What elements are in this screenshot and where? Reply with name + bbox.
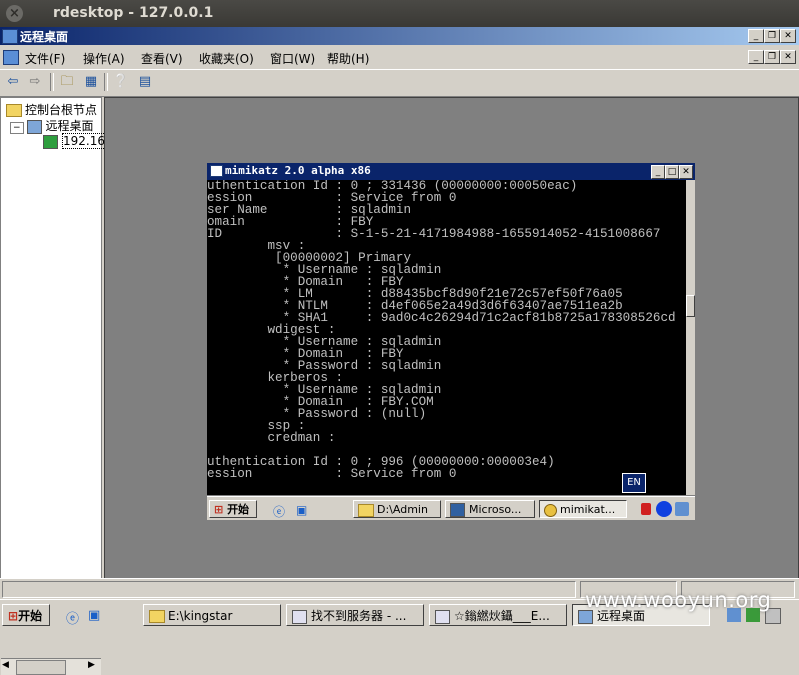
tree-child-label: 远程桌面: [45, 119, 94, 133]
collapse-icon[interactable]: −: [10, 122, 24, 134]
status-cell-main: [2, 581, 576, 598]
outer-window-titlebar: × rdesktop - 127.0.0.1: [0, 0, 799, 27]
inner-taskbar: ⊞ 开始 ⓔ ▣ D:\Admin Microso... mimikat...: [207, 496, 695, 520]
back-arrow-icon[interactable]: ⇦: [4, 74, 22, 90]
console-maximize-button[interactable]: □: [665, 165, 679, 179]
cmd-icon: [210, 165, 223, 177]
inner-task-admin[interactable]: D:\Admin: [353, 500, 441, 518]
ie-icon[interactable]: ⓔ: [66, 608, 79, 627]
scroll-thumb[interactable]: [16, 660, 66, 675]
child-close-button[interactable]: ✕: [780, 50, 796, 64]
windows-logo-icon: ⊞: [8, 609, 19, 623]
inner-task-label: D:\Admin: [377, 503, 428, 516]
close-button[interactable]: ✕: [780, 29, 796, 43]
minimize-button[interactable]: _: [748, 29, 764, 43]
console-minimize-button[interactable]: _: [651, 165, 665, 179]
tree-leaf-label: 192.16: [62, 133, 106, 149]
task-label: E:\kingstar: [168, 609, 233, 623]
task-label: ☆鎓繎炏鑷___E...: [454, 609, 550, 623]
task-label: 找不到服务器 - ...: [311, 609, 407, 623]
menu-bar: 文件(F) 操作(A) 查看(V) 收藏夹(O) 窗口(W) 帮助(H) _ ❐…: [0, 46, 799, 68]
mmc-title: 远程桌面: [20, 30, 69, 44]
windows-logo-icon: ⊞: [214, 503, 224, 516]
inner-task-label: mimikat...: [560, 503, 616, 516]
speaker-icon[interactable]: [641, 503, 651, 515]
browser-icon: [292, 609, 307, 624]
start-button[interactable]: ⊞开始: [2, 604, 50, 626]
inner-task-microsoft[interactable]: Microso...: [445, 500, 535, 518]
console-output[interactable]: uthentication Id : 0 ; 331436 (00000000:…: [207, 180, 686, 495]
app-icon: [450, 503, 465, 517]
console-close-button[interactable]: ✕: [679, 165, 693, 179]
child-minimize-button[interactable]: _: [748, 50, 764, 64]
toolbar-separator: [50, 73, 54, 91]
up-folder-icon[interactable]: 🗀: [58, 74, 76, 90]
inner-start-button[interactable]: ⊞ 开始: [209, 500, 257, 518]
tree-hscrollbar[interactable]: ◀ ▶: [1, 658, 101, 675]
menu-view[interactable]: 查看(V): [141, 50, 183, 67]
watermark: www.wooyun.org: [585, 588, 772, 612]
remote-desktop-icon: [2, 29, 18, 44]
help-icon[interactable]: ❔: [112, 74, 130, 90]
properties-icon[interactable]: ▤: [136, 74, 154, 90]
inner-task-mimikatz[interactable]: mimikat...: [539, 500, 627, 518]
folder-icon: [149, 610, 165, 623]
menu-action[interactable]: 操作(A): [83, 50, 125, 67]
mimikatz-icon: [544, 503, 557, 517]
start-label: 开始: [18, 609, 43, 623]
task-kingstar[interactable]: E:\kingstar: [143, 604, 281, 626]
scroll-left-icon[interactable]: ◀: [2, 660, 9, 670]
task-garbled[interactable]: ☆鎓繎炏鑷___E...: [429, 604, 567, 626]
menu-window[interactable]: 窗口(W): [270, 50, 315, 67]
task-server-not-found[interactable]: 找不到服务器 - ...: [286, 604, 424, 626]
inner-task-label: Microso...: [469, 503, 522, 516]
menu-favorites[interactable]: 收藏夹(O): [199, 50, 254, 67]
toolbar: ⇦ ⇨ 🗀 ▦ ❔ ▤: [0, 69, 799, 97]
inner-start-label: 开始: [227, 503, 250, 516]
scroll-thumb[interactable]: [686, 295, 695, 317]
remote-desktop-icon: [26, 119, 42, 134]
browser-icon: [435, 609, 450, 624]
child-restore-button[interactable]: ❐: [764, 50, 780, 64]
toolbar-separator: [104, 73, 108, 91]
computer-icon: [43, 134, 58, 149]
tree-remote-desktops[interactable]: − 远程桌面: [10, 117, 94, 134]
remote-session-view[interactable]: mimikatz 2.0 alpha x86 _ □ ✕ uthenticati…: [207, 155, 695, 520]
ie-icon[interactable]: ⓔ: [273, 503, 285, 520]
tree-root[interactable]: 控制台根节点: [6, 101, 97, 118]
console-title: mimikatz 2.0 alpha x86: [225, 164, 371, 177]
scroll-right-icon[interactable]: ▶: [88, 660, 95, 670]
close-icon[interactable]: ×: [6, 5, 23, 22]
menu-file[interactable]: 文件(F): [25, 50, 65, 67]
console-text: uthentication Id : 0 ; 331436 (00000000:…: [207, 180, 676, 481]
ime-indicator[interactable]: EN: [622, 473, 646, 493]
tree-root-label: 控制台根节点: [25, 103, 98, 117]
console-tree: 控制台根节点 − 远程桌面 192.16 ◀ ▶: [0, 97, 106, 675]
forward-arrow-icon[interactable]: ⇨: [26, 74, 44, 90]
folder-icon: [6, 104, 22, 117]
folder-icon: [358, 503, 374, 517]
network-icon[interactable]: [656, 501, 672, 517]
outer-window-title: rdesktop - 127.0.0.1: [53, 5, 214, 21]
tray-app-icon[interactable]: [675, 502, 689, 516]
mmc-titlebar: 远程桌面 _ ❐ ✕: [0, 27, 799, 45]
show-desktop-icon[interactable]: ▣: [296, 503, 307, 517]
console-titlebar: mimikatz 2.0 alpha x86 _ □ ✕: [207, 163, 695, 180]
console-vscrollbar[interactable]: [686, 180, 695, 495]
show-desktop-icon[interactable]: ▣: [88, 608, 100, 623]
tree-connection[interactable]: 192.16: [43, 133, 106, 149]
maximize-button[interactable]: ❐: [764, 29, 780, 43]
show-tree-icon[interactable]: ▦: [82, 74, 100, 90]
console-icon[interactable]: [3, 50, 19, 65]
menu-help[interactable]: 帮助(H): [327, 50, 369, 67]
